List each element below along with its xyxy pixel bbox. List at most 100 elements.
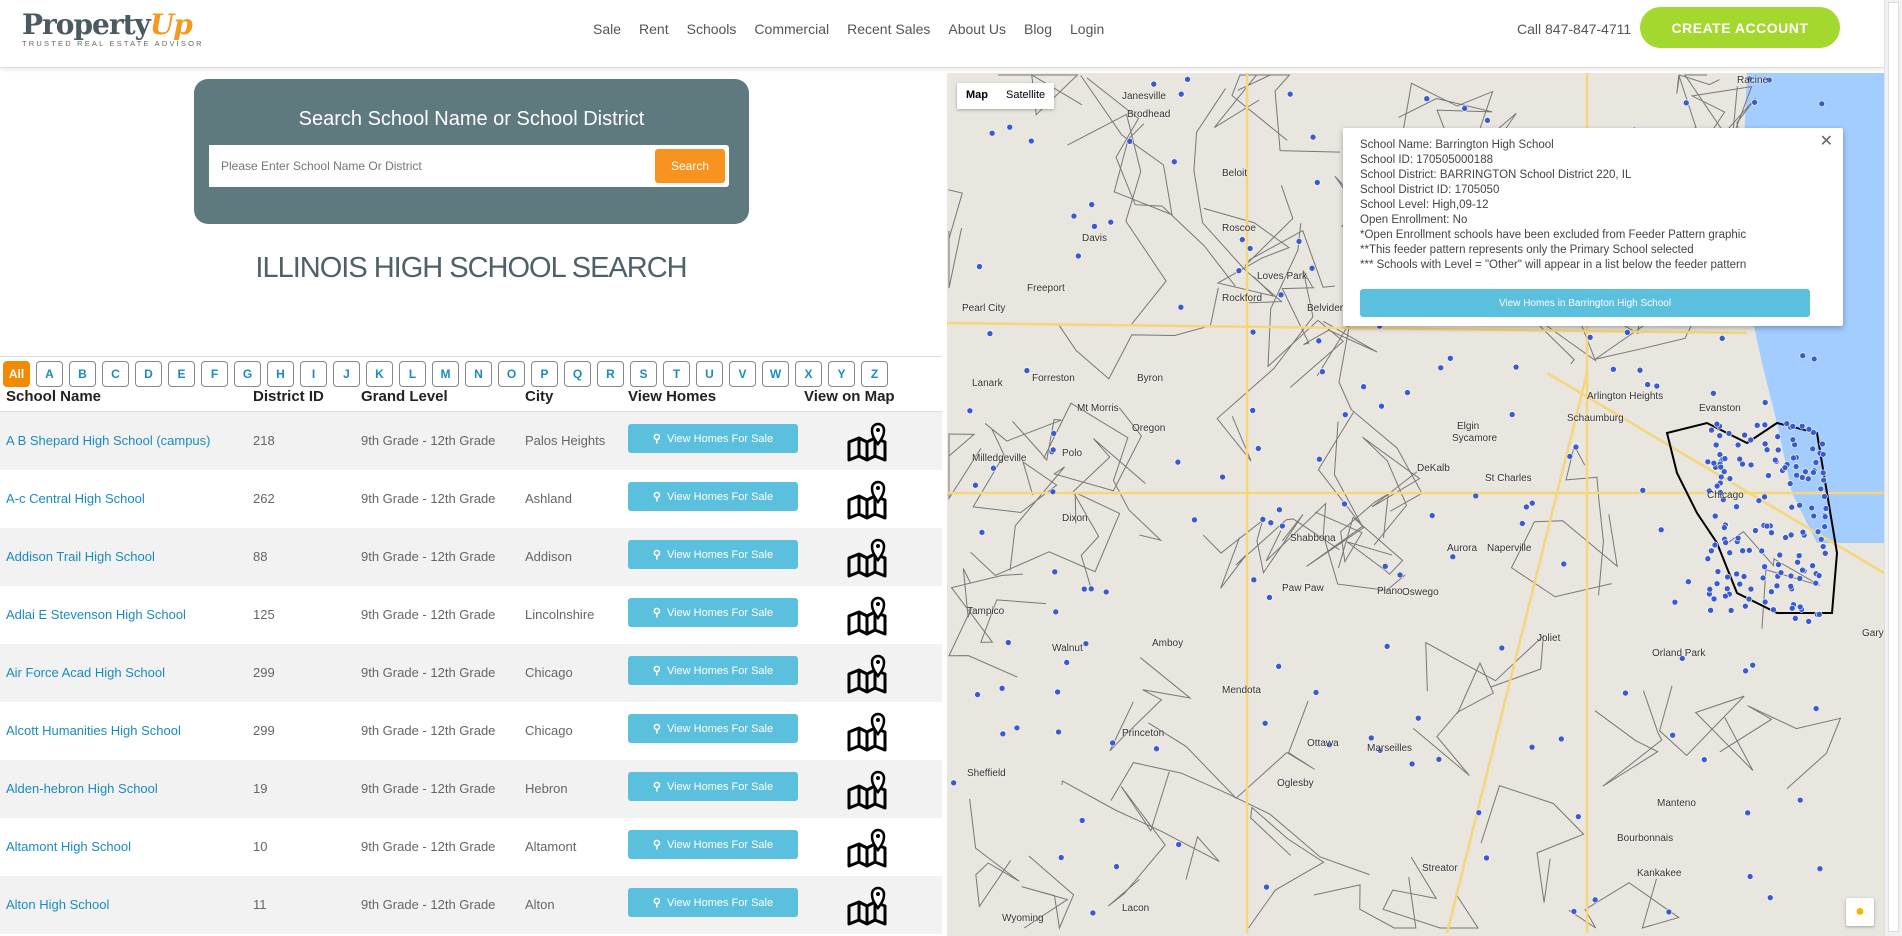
- school-marker[interactable]: [1483, 854, 1490, 862]
- nav-commercial[interactable]: Commercial: [754, 21, 829, 37]
- school-marker[interactable]: [1082, 640, 1090, 647]
- view-homes-button[interactable]: ⚲ View Homes For Sale: [628, 888, 798, 917]
- school-marker[interactable]: [1821, 549, 1829, 557]
- school-marker[interactable]: [1498, 644, 1506, 652]
- school-marker[interactable]: [1153, 745, 1160, 753]
- school-marker[interactable]: [1102, 588, 1110, 596]
- school-marker[interactable]: [1682, 99, 1690, 107]
- school-marker[interactable]: [1191, 516, 1198, 524]
- school-marker[interactable]: [1763, 446, 1771, 454]
- school-marker[interactable]: [1665, 908, 1673, 916]
- school-marker[interactable]: [1512, 363, 1520, 371]
- school-marker[interactable]: [1787, 531, 1795, 539]
- school-marker[interactable]: [1447, 355, 1454, 362]
- school-marker[interactable]: [1087, 585, 1095, 593]
- school-marker[interactable]: [990, 464, 997, 472]
- school-marker[interactable]: [1175, 841, 1182, 848]
- school-marker[interactable]: [1796, 603, 1804, 611]
- school-marker[interactable]: [950, 779, 957, 787]
- school-marker[interactable]: [1741, 431, 1748, 439]
- school-marker[interactable]: [1277, 291, 1285, 299]
- school-marker[interactable]: [1707, 607, 1714, 614]
- school-marker[interactable]: [1255, 445, 1262, 452]
- school-marker[interactable]: [1733, 503, 1740, 510]
- school-marker[interactable]: [1751, 99, 1758, 106]
- school-marker[interactable]: [1796, 575, 1804, 582]
- school-marker[interactable]: [1761, 399, 1769, 406]
- view-on-map-icon[interactable]: [845, 826, 889, 868]
- school-name-link[interactable]: Alcott Humanities High School: [6, 723, 181, 738]
- school-marker[interactable]: [1713, 580, 1721, 587]
- school-marker[interactable]: [1712, 441, 1720, 449]
- school-marker[interactable]: [1821, 523, 1828, 530]
- letter-filter-e[interactable]: E: [168, 361, 195, 387]
- school-marker[interactable]: [1315, 337, 1323, 345]
- school-marker[interactable]: [1414, 714, 1422, 722]
- school-marker[interactable]: [1653, 382, 1661, 390]
- letter-filter-v[interactable]: V: [729, 361, 756, 387]
- school-marker[interactable]: [1821, 513, 1829, 520]
- school-marker[interactable]: [1810, 355, 1818, 363]
- school-marker[interactable]: [1423, 95, 1431, 103]
- school-marker[interactable]: [999, 730, 1007, 738]
- school-marker[interactable]: [1063, 659, 1071, 666]
- school-marker[interactable]: [1089, 909, 1097, 917]
- school-marker[interactable]: [1768, 529, 1775, 536]
- school-marker[interactable]: [1819, 469, 1827, 477]
- view-homes-button[interactable]: ⚲ View Homes For Sale: [628, 540, 798, 569]
- map[interactable]: Map Satellite Janesville Racine Brodhead Be…: [947, 73, 1884, 936]
- school-marker[interactable]: [1787, 583, 1795, 590]
- school-marker[interactable]: [1714, 568, 1722, 575]
- school-marker[interactable]: [1263, 883, 1270, 891]
- school-marker[interactable]: [1027, 137, 1035, 145]
- school-marker[interactable]: [1711, 512, 1719, 520]
- school-marker[interactable]: [1817, 485, 1825, 493]
- school-marker[interactable]: [1266, 594, 1273, 601]
- school-marker[interactable]: [1726, 475, 1734, 482]
- school-marker[interactable]: [1802, 468, 1809, 475]
- school-marker[interactable]: [1107, 218, 1115, 226]
- school-marker[interactable]: [1057, 854, 1065, 861]
- school-marker[interactable]: [1740, 573, 1748, 580]
- school-marker[interactable]: [1088, 201, 1095, 208]
- school-marker[interactable]: [1706, 585, 1714, 593]
- view-on-map-icon[interactable]: [845, 710, 889, 752]
- school-marker[interactable]: [1113, 863, 1120, 870]
- view-on-map-icon[interactable]: [845, 420, 889, 462]
- view-homes-button[interactable]: ⚲ View Homes For Sale: [628, 772, 798, 801]
- school-name-link[interactable]: A B Shepard High School (campus): [6, 433, 211, 448]
- school-marker[interactable]: [1798, 474, 1806, 481]
- letter-filter-l[interactable]: L: [399, 361, 426, 387]
- letter-filter-m[interactable]: M: [432, 361, 459, 387]
- school-marker[interactable]: [1708, 426, 1715, 434]
- school-marker[interactable]: [1704, 555, 1712, 563]
- school-marker[interactable]: [1710, 595, 1718, 603]
- school-marker[interactable]: [1734, 534, 1742, 542]
- school-marker[interactable]: [1383, 643, 1391, 650]
- view-homes-in-school-button[interactable]: View Homes in Barrington High School: [1360, 289, 1810, 317]
- school-marker[interactable]: [1753, 422, 1761, 429]
- school-marker[interactable]: [1768, 588, 1775, 596]
- school-marker[interactable]: [1796, 501, 1803, 509]
- school-marker[interactable]: [1817, 536, 1825, 543]
- school-marker[interactable]: [1717, 473, 1725, 481]
- school-marker[interactable]: [1722, 539, 1729, 546]
- school-marker[interactable]: [998, 685, 1006, 692]
- letter-filter-all[interactable]: All: [3, 361, 30, 387]
- school-marker[interactable]: [1408, 760, 1416, 768]
- school-marker[interactable]: [1710, 389, 1717, 397]
- school-marker[interactable]: [1523, 503, 1530, 511]
- school-marker[interactable]: [1796, 796, 1804, 804]
- school-marker[interactable]: [1815, 611, 1823, 618]
- school-marker[interactable]: [1819, 440, 1826, 448]
- letter-filter-j[interactable]: J: [333, 361, 360, 387]
- school-marker[interactable]: [986, 330, 994, 337]
- nav-rent[interactable]: Rent: [639, 21, 669, 37]
- school-marker[interactable]: [1381, 562, 1389, 570]
- school-marker[interactable]: [1788, 604, 1796, 612]
- school-marker[interactable]: [1428, 512, 1436, 519]
- school-marker[interactable]: [1759, 574, 1767, 582]
- school-marker[interactable]: [1805, 425, 1813, 433]
- school-marker[interactable]: [1804, 475, 1812, 483]
- school-marker[interactable]: [1109, 739, 1116, 747]
